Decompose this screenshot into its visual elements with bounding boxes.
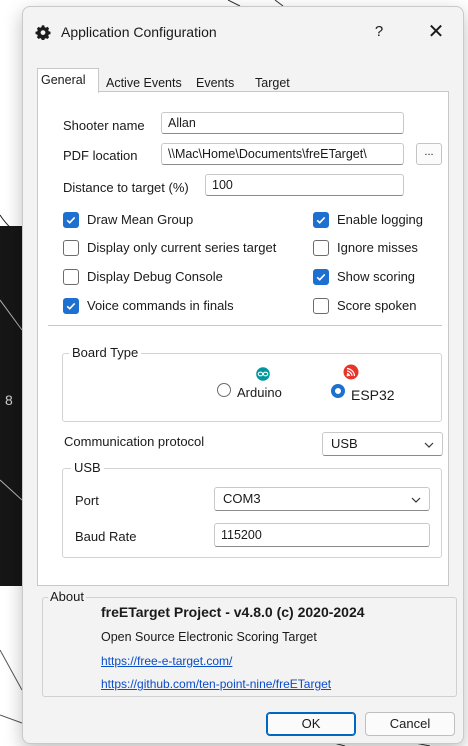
espressif-logo-icon xyxy=(343,364,359,380)
gear-icon xyxy=(35,25,51,40)
checkbox-box xyxy=(63,269,79,285)
distance-input[interactable]: 100 xyxy=(205,174,404,196)
checkbox-label: Score spoken xyxy=(337,298,417,313)
radio-circle xyxy=(331,384,345,398)
title-bar[interactable]: Application Configuration ? ✕ xyxy=(23,7,463,57)
about-headline: freETarget Project - v4.8.0 (c) 2020-202… xyxy=(101,604,365,620)
radio-label: ESP32 xyxy=(351,387,395,403)
checkbox-label: Display only current series target xyxy=(87,240,277,255)
separator-line xyxy=(48,325,442,326)
about-title: About xyxy=(48,589,86,604)
cancel-button[interactable]: Cancel xyxy=(365,712,455,736)
checkmark-icon xyxy=(63,212,79,228)
comm-protocol-select[interactable]: USB xyxy=(322,432,443,456)
arduino-logo-icon xyxy=(256,367,270,381)
close-button[interactable]: ✕ xyxy=(423,19,449,45)
checkbox-label: Ignore misses xyxy=(337,240,418,255)
port-value: COM3 xyxy=(223,491,261,506)
checkbox-label: Display Debug Console xyxy=(87,269,223,284)
pdf-location-input[interactable]: \\Mac\Home\Documents\freETarget\ xyxy=(161,143,404,165)
checkbox-box xyxy=(63,240,79,256)
port-select[interactable]: COM3 xyxy=(214,487,430,511)
chevron-down-icon xyxy=(424,442,434,448)
usb-group-title: USB xyxy=(71,460,104,475)
checkmark-icon xyxy=(313,212,329,228)
tab-active-events[interactable]: Active Events xyxy=(102,72,186,92)
tab-general[interactable]: General xyxy=(37,68,99,93)
chevron-down-icon xyxy=(411,497,421,503)
ok-button[interactable]: OK xyxy=(266,712,356,736)
pdf-location-label: PDF location xyxy=(63,148,138,163)
checkbox-label: Voice commands in finals xyxy=(87,298,234,313)
baud-rate-input[interactable]: 115200 xyxy=(214,523,430,547)
radio-circle xyxy=(217,383,231,397)
comm-protocol-label: Communication protocol xyxy=(64,434,205,449)
tab-target[interactable]: Target xyxy=(251,72,294,92)
tab-events[interactable]: Events xyxy=(192,72,238,92)
board-type-title: Board Type xyxy=(69,345,142,360)
website-link[interactable]: https://free-e-target.com/ xyxy=(101,654,232,668)
radio-label: Arduino xyxy=(237,385,282,400)
checkmark-icon xyxy=(63,298,79,314)
window-title: Application Configuration xyxy=(61,24,217,40)
port-label: Port xyxy=(75,493,99,508)
baud-rate-label: Baud Rate xyxy=(75,529,137,544)
checkbox-box xyxy=(313,240,329,256)
browse-button[interactable]: ... xyxy=(416,143,442,165)
help-button[interactable]: ? xyxy=(368,21,390,43)
github-link[interactable]: https://github.com/ten-point-nine/freETa… xyxy=(101,677,331,691)
about-description: Open Source Electronic Scoring Target xyxy=(101,630,317,644)
shooter-name-input[interactable]: Allan xyxy=(161,112,404,134)
background-target-number: 8 xyxy=(5,392,13,408)
distance-label: Distance to target (%) xyxy=(63,180,189,195)
checkbox-label: Enable logging xyxy=(337,212,424,227)
checkbox-box xyxy=(313,298,329,314)
checkmark-icon xyxy=(313,269,329,285)
checkbox-label: Draw Mean Group xyxy=(87,212,194,227)
checkbox-label: Show scoring xyxy=(337,269,416,284)
comm-protocol-value: USB xyxy=(331,436,358,451)
shooter-name-label: Shooter name xyxy=(63,118,145,133)
